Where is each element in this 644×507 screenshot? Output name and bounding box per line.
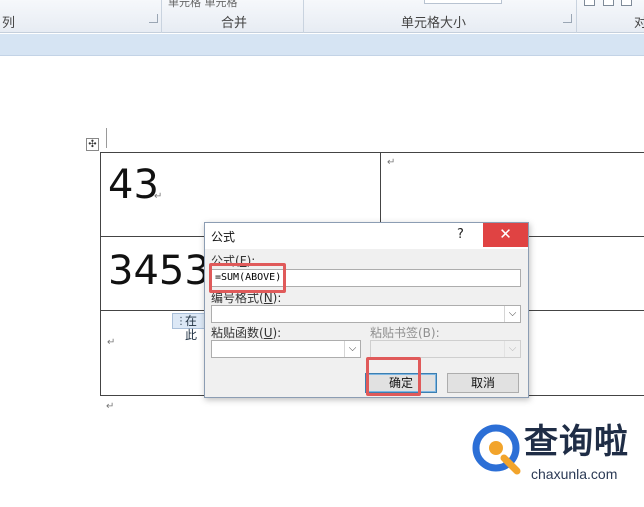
paragraph-mark: ↵ [107, 337, 116, 348]
drag-dots-icon: ⋮ [176, 316, 186, 327]
ribbon-bottom-band [0, 34, 644, 56]
chevron-down-icon: ⌵ [344, 341, 360, 357]
cell-value: 3453 [108, 248, 210, 294]
group-launcher-icon[interactable] [563, 14, 572, 23]
align-icon[interactable] [603, 0, 614, 6]
number-format-select[interactable]: ⌵ [211, 305, 521, 323]
ribbon: 列 单元格 单元格 合并 单元格大小 对 [0, 0, 644, 33]
cell-value: 43 [108, 162, 159, 208]
paragraph-mark: ↵ [106, 401, 115, 412]
group-launcher-icon[interactable] [149, 14, 158, 23]
ribbon-separator [303, 0, 304, 33]
smart-tag-chip[interactable]: ⋮ 在此 [172, 313, 208, 342]
table-move-handle-icon[interactable]: ✣ [86, 138, 99, 151]
dialog-titlebar: 公式 ? ✕ [205, 223, 528, 249]
paragraph-mark: ↵ [387, 157, 396, 168]
ribbon-separator [576, 0, 577, 33]
cancel-button[interactable]: 取消 [447, 373, 519, 393]
ribbon-group-merge: 合并 [221, 16, 248, 31]
formula-highlight-box [209, 263, 286, 293]
paste-function-select[interactable]: ⌵ [211, 340, 361, 358]
dialog-title: 公式 [211, 230, 236, 244]
ribbon-fragment-left: 列 [2, 16, 16, 31]
brand-logo-icon [472, 424, 521, 475]
align-icon[interactable] [621, 0, 632, 6]
cell-width-input[interactable] [424, 0, 502, 4]
chevron-down-icon: ⌵ [504, 341, 520, 357]
ribbon-group-cell-size: 单元格大小 [401, 16, 467, 31]
chevron-down-icon: ⌵ [504, 306, 520, 322]
ribbon-fragment-right: 对 [634, 16, 644, 31]
help-icon[interactable]: ? [457, 227, 464, 242]
paste-bookmark-label: 粘贴书签(B): [370, 326, 440, 340]
brand-url: chaxunla.com [531, 466, 618, 482]
align-icon[interactable] [584, 0, 595, 6]
close-icon[interactable]: ✕ [483, 223, 528, 247]
paragraph-mark: ↵ [154, 191, 163, 202]
smart-tag-text: 在此 [185, 314, 198, 342]
brand-name: 查询啦 [524, 422, 629, 462]
ribbon-top-fragment: 单元格 单元格 [168, 0, 238, 9]
ribbon-separator [161, 0, 162, 33]
cursor-guide [106, 128, 107, 148]
paste-bookmark-select: ⌵ [370, 340, 521, 358]
paste-function-label: 粘贴函数(U): [211, 326, 282, 340]
ok-highlight-box [366, 357, 421, 396]
